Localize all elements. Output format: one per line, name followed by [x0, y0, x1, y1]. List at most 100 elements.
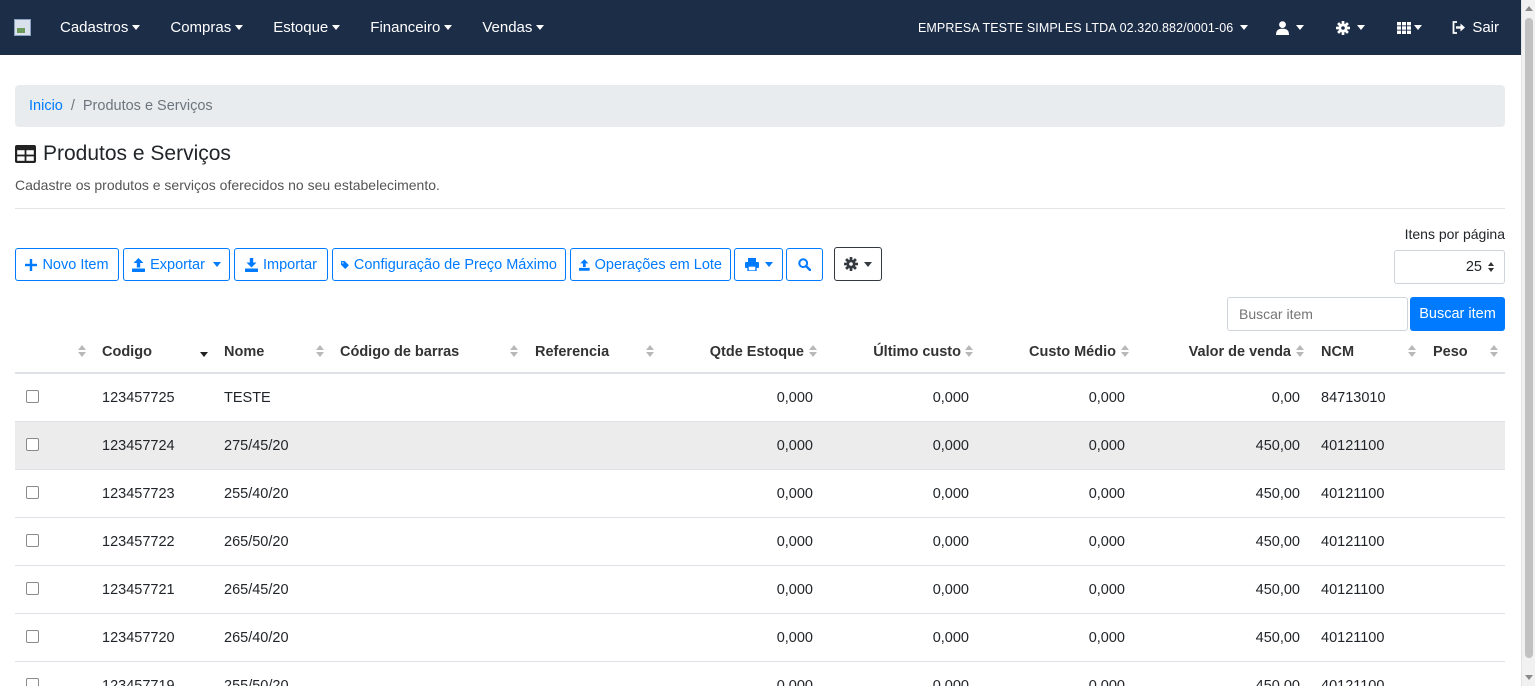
print-button[interactable]: [734, 248, 783, 281]
row-checkbox[interactable]: [26, 582, 39, 595]
sort-icon[interactable]: [646, 345, 654, 357]
cell-codigo: 123457720: [102, 629, 175, 646]
cell-codigo: 123457719: [102, 677, 175, 686]
upload-icon: [132, 257, 146, 272]
cell-referencia: [535, 422, 655, 469]
cell-valor-venda: 450,00: [1255, 485, 1300, 502]
row-checkbox[interactable]: [26, 438, 39, 451]
nav-menu-cadastros[interactable]: Cadastros: [45, 19, 155, 36]
caret-down-icon: [332, 25, 341, 30]
cell-ncm: 40121100: [1321, 581, 1385, 598]
sort-desc-icon[interactable]: [200, 345, 208, 357]
header-nome[interactable]: Nome: [224, 330, 264, 374]
new-item-button[interactable]: Novo Item: [15, 248, 119, 281]
header-codigo[interactable]: Codigo: [102, 330, 152, 374]
cell-barcode: [340, 470, 525, 517]
items-per-page-select[interactable]: 25: [1394, 250, 1505, 284]
caret-down-icon: [1240, 25, 1249, 30]
cell-nome: 255/40/20: [224, 485, 289, 502]
header-qtde-estoque[interactable]: Qtde Estoque: [675, 330, 804, 374]
header-ncm[interactable]: NCM: [1321, 330, 1354, 374]
header-custo-medio[interactable]: Custo Médio: [991, 330, 1116, 374]
table-row[interactable]: 123457722 265/50/20 0,000 0,000 0,000 450,00 4…: [15, 518, 1505, 566]
cell-qtde: 0,000: [776, 533, 813, 550]
cell-codigo: 123457724: [102, 437, 175, 454]
cell-qtde: 0,000: [776, 389, 813, 406]
cell-ultimo-custo: 0,000: [932, 437, 969, 454]
sort-icon[interactable]: [316, 345, 324, 357]
logout-label: Sair: [1472, 19, 1499, 36]
nav-menu-compras[interactable]: Compras: [155, 19, 258, 36]
export-button[interactable]: Exportar: [123, 248, 230, 281]
columns-settings-button[interactable]: [834, 247, 882, 281]
cell-referencia: [535, 374, 655, 421]
header-referencia[interactable]: Referencia: [535, 330, 609, 374]
batch-operations-label: Operações em Lote: [594, 256, 722, 273]
sort-icon[interactable]: [965, 345, 973, 357]
table-row[interactable]: 123457721 265/45/20 0,000 0,000 0,000 450,00 4…: [15, 566, 1505, 614]
page-scrollbar[interactable]: [1521, 0, 1535, 686]
cell-qtde: 0,000: [776, 437, 813, 454]
cell-custo-medio: 0,000: [1088, 629, 1125, 646]
caret-down-icon: [864, 261, 872, 267]
search-toggle-button[interactable]: [786, 248, 823, 281]
logout-link[interactable]: Sair: [1438, 19, 1521, 36]
cell-custo-medio: 0,000: [1088, 389, 1125, 406]
cell-custo-medio: 0,000: [1088, 533, 1125, 550]
sort-icon[interactable]: [1121, 345, 1129, 357]
header-ultimo-custo[interactable]: Último custo: [835, 330, 961, 374]
header-valor-venda[interactable]: Valor de venda: [1145, 330, 1291, 374]
search-input[interactable]: [1227, 297, 1408, 331]
apps-menu[interactable]: [1381, 21, 1438, 34]
cell-custo-medio: 0,000: [1088, 437, 1125, 454]
items-per-page-label: Itens por página: [1404, 226, 1505, 242]
cell-barcode: [340, 518, 525, 565]
import-button[interactable]: Importar: [234, 248, 328, 281]
settings-menu[interactable]: [1320, 20, 1381, 35]
cell-valor-venda: 450,00: [1255, 581, 1300, 598]
table-row[interactable]: 123457724 275/45/20 0,000 0,000 0,000 450,00 4…: [15, 422, 1505, 470]
scroll-up-arrow-icon[interactable]: [1525, 6, 1533, 11]
scroll-thumb[interactable]: [1525, 18, 1533, 658]
batch-operations-button[interactable]: Operações em Lote: [570, 248, 731, 281]
company-selector[interactable]: EMPRESA TESTE SIMPLES LTDA 02.320.882/00…: [906, 21, 1260, 35]
cell-nome: 265/50/20: [224, 533, 289, 550]
nav-menu-financeiro[interactable]: Financeiro: [355, 19, 467, 36]
cell-nome: 265/45/20: [224, 581, 289, 598]
sort-icon[interactable]: [78, 345, 86, 357]
user-menu[interactable]: [1260, 20, 1320, 35]
table-body: 123457725 TESTE 0,000 0,000 0,000 0,00 8471301…: [15, 374, 1505, 686]
products-table: Codigo Nome Código de barras Referencia …: [15, 330, 1505, 686]
cell-referencia: [535, 470, 655, 517]
row-checkbox[interactable]: [26, 630, 39, 643]
row-checkbox[interactable]: [26, 678, 39, 686]
nav-right-group: EMPRESA TESTE SIMPLES LTDA 02.320.882/00…: [906, 19, 1521, 36]
brand-logo[interactable]: [14, 19, 31, 36]
sort-icon[interactable]: [1490, 345, 1498, 357]
cell-ultimo-custo: 0,000: [932, 485, 969, 502]
table-row[interactable]: 123457719 255/50/20 0,000 0,000 0,000 450,00 4…: [15, 662, 1505, 686]
search-button[interactable]: Buscar item: [1410, 297, 1505, 331]
max-price-config-button[interactable]: Configuração de Preço Máximo: [332, 248, 566, 281]
nav-menu-estoque[interactable]: Estoque: [258, 19, 355, 36]
cell-ncm: 84713010: [1321, 389, 1386, 406]
nav-menu-vendas[interactable]: Vendas: [467, 19, 559, 36]
row-checkbox[interactable]: [26, 534, 39, 547]
sort-icon[interactable]: [809, 345, 817, 357]
row-checkbox[interactable]: [26, 486, 39, 499]
page-subtitle: Cadastre os produtos e serviços oferecid…: [15, 177, 440, 193]
sort-icon[interactable]: [510, 345, 518, 357]
sort-icon[interactable]: [1408, 345, 1416, 357]
scroll-down-arrow-icon[interactable]: [1525, 675, 1533, 680]
table-row[interactable]: 123457725 TESTE 0,000 0,000 0,000 0,00 8471301…: [15, 374, 1505, 422]
header-barcode[interactable]: Código de barras: [340, 330, 459, 374]
caret-down-icon: [1357, 25, 1366, 30]
page-title-text: Produtos e Serviços: [43, 142, 231, 165]
table-row[interactable]: 123457720 265/40/20 0,000 0,000 0,000 450,00 4…: [15, 614, 1505, 662]
header-peso[interactable]: Peso: [1433, 330, 1468, 374]
breadcrumb-home-link[interactable]: Inicio: [29, 98, 63, 114]
sort-icon[interactable]: [1296, 345, 1304, 357]
cell-ncm: 40121100: [1321, 533, 1385, 550]
row-checkbox[interactable]: [26, 390, 39, 403]
table-row[interactable]: 123457723 255/40/20 0,000 0,000 0,000 450,00 4…: [15, 470, 1505, 518]
